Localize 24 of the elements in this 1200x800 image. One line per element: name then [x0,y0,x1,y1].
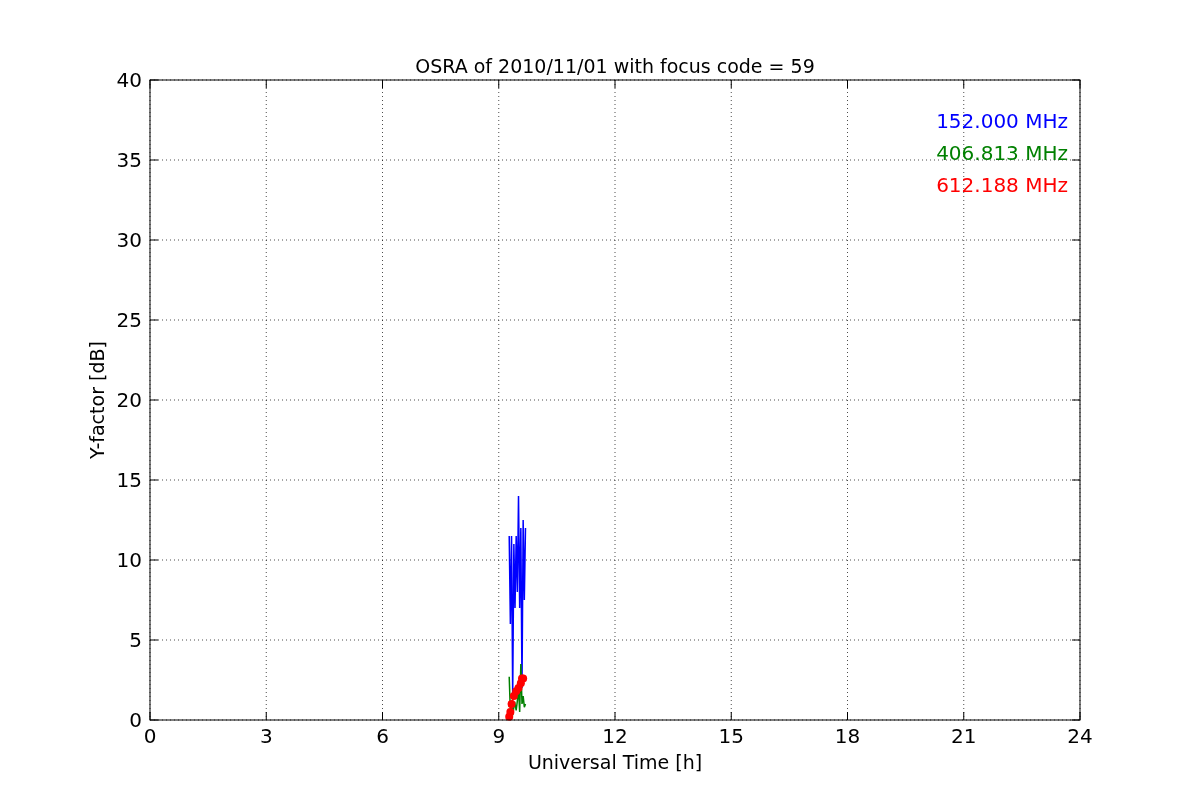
tick-label: 15 [718,724,744,748]
tick-label: 6 [376,724,389,748]
tick-label: 9 [492,724,506,748]
tick-label: 10 [116,548,142,572]
tick-label: 30 [116,228,142,252]
tick-label: 20 [116,388,142,412]
tick-label: 35 [116,148,142,172]
tick-label: 12 [602,724,628,748]
tick-label: 5 [129,628,142,652]
axis-label: Universal Time [h] [527,751,703,773]
tick-label: 24 [1067,724,1093,748]
legend-label: 612.188 MHz [936,173,1068,197]
legend-label: 406.813 MHz [936,141,1068,165]
tick-label: 0 [143,724,157,748]
tick-label: 3 [259,724,273,748]
legend-label: 152.000 MHz [936,109,1068,133]
tick-label: 18 [834,724,861,748]
tick-label: 0 [129,708,142,732]
axis-label: Y-factor [dB] [86,341,108,459]
tick-label: 40 [116,68,142,92]
tick-label: 21 [951,724,977,748]
chart-title: OSRA of 2010/11/01 with focus code = 59 [415,55,815,77]
tick-label: 25 [116,308,142,332]
tick-label: 15 [116,468,142,492]
